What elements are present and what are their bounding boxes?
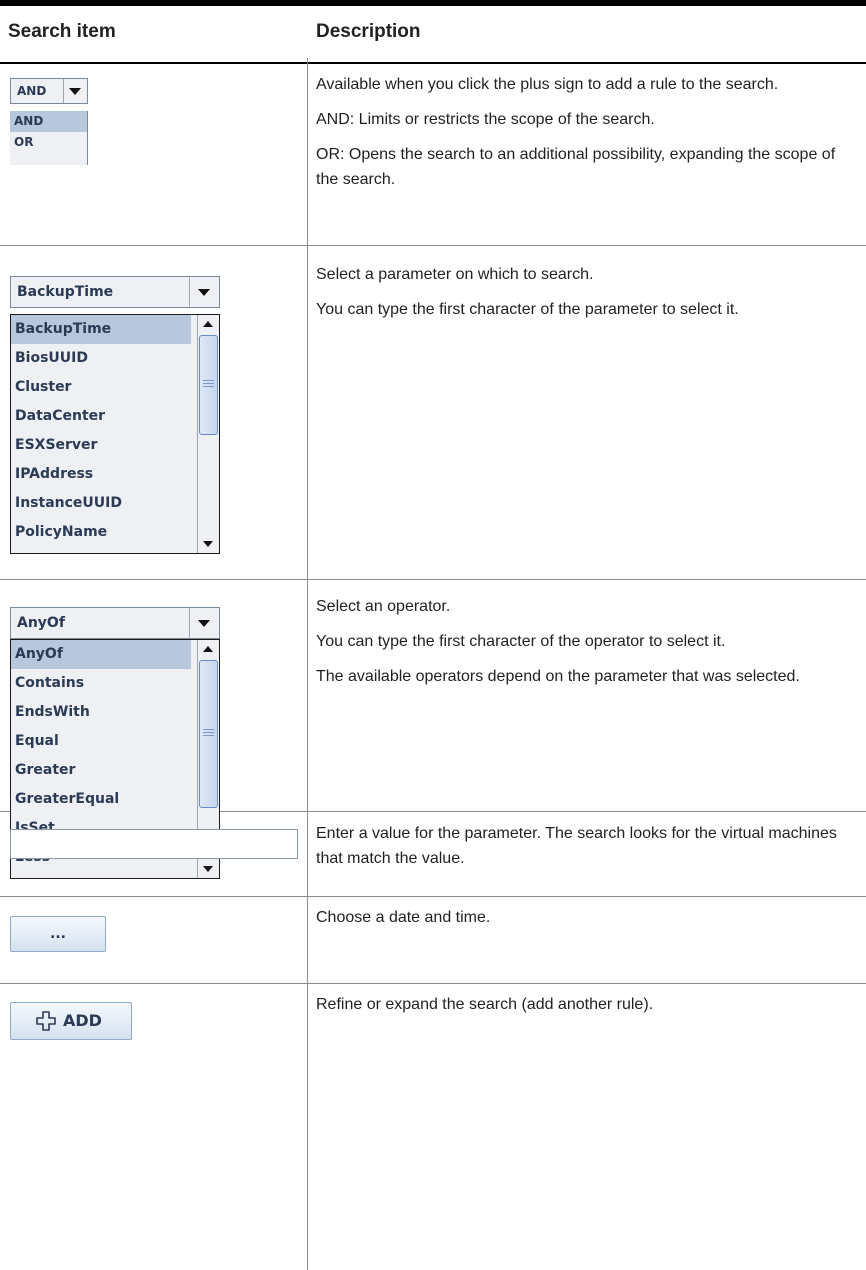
list-scrollbar[interactable] [197, 315, 219, 553]
row-2-description: Select a parameter on which to search. Y… [316, 262, 856, 332]
chevron-down-icon [198, 289, 210, 296]
dropdown-option-or[interactable]: OR [10, 132, 87, 153]
scroll-down-button[interactable] [198, 860, 219, 878]
add-rule-button[interactable]: ADD [10, 1002, 132, 1040]
dropdown-option-and[interactable]: AND [10, 111, 87, 132]
plus-outline-icon [36, 1011, 56, 1031]
scroll-down-button[interactable] [198, 535, 219, 553]
dropdown-option[interactable]: Cluster [11, 373, 191, 402]
grip-line [203, 732, 214, 733]
value-input[interactable] [10, 829, 298, 859]
grip-line [203, 386, 214, 387]
description-text: The available operators depend on the pa… [316, 668, 800, 685]
dropdown-option[interactable]: BackupTime [11, 315, 191, 344]
scroll-up-button[interactable] [198, 640, 219, 658]
chevron-down-icon [198, 620, 210, 627]
dropdown-option[interactable]: Equal [11, 727, 191, 756]
and-or-combo-arrow[interactable] [63, 79, 87, 103]
row-4-description: Enter a value for the parameter. The sea… [316, 821, 856, 881]
description-text: You can type the first character of the … [316, 633, 726, 650]
dropdown-option[interactable]: PolicyName [11, 518, 191, 547]
arrow-down-icon [203, 541, 213, 547]
parameter-combo[interactable]: BackupTime [10, 276, 220, 308]
scroll-up-button[interactable] [198, 315, 219, 333]
arrow-down-icon [203, 866, 213, 872]
description-text: Choose a date and time. [316, 909, 491, 926]
dropdown-option[interactable]: BiosUUID [11, 344, 191, 373]
dropdown-option[interactable]: Contains [11, 669, 191, 698]
chevron-down-icon [69, 88, 81, 95]
grip-line [203, 735, 214, 736]
date-picker-button[interactable]: ... [10, 916, 106, 952]
description-text: Enter a value for the parameter. The sea… [316, 825, 837, 867]
header-search-item: Search item [8, 21, 116, 42]
arrow-up-icon [203, 646, 213, 652]
date-picker-button-label: ... [50, 926, 66, 942]
description-text: Select an operator. [316, 598, 451, 615]
scrollbar-thumb[interactable] [199, 335, 218, 435]
and-or-dropdown-list: AND OR [10, 111, 88, 165]
and-or-combo-value: AND [17, 84, 47, 98]
description-text: You can type the first character of the … [316, 301, 739, 318]
parameter-combo-arrow[interactable] [189, 277, 219, 307]
description-text: OR: Opens the search to an additional po… [316, 146, 836, 188]
description-text: AND: Limits or restricts the scope of th… [316, 111, 655, 128]
operator-combo-arrow[interactable] [189, 608, 219, 638]
dropdown-option[interactable]: Greater [11, 756, 191, 785]
dropdown-option[interactable]: InstanceUUID [11, 489, 191, 518]
column-divider [307, 58, 308, 1270]
description-text: Select a parameter on which to search. [316, 266, 594, 283]
scrollbar-thumb[interactable] [199, 660, 218, 808]
dropdown-option[interactable]: EndsWith [11, 698, 191, 727]
search-items-table: Search item Description [0, 0, 866, 64]
row-3-description: Select an operator. You can type the fir… [316, 594, 856, 699]
grip-line [203, 729, 214, 730]
dropdown-option[interactable]: IPAddress [11, 460, 191, 489]
add-rule-button-label: ADD [63, 1011, 102, 1030]
dropdown-option[interactable]: ESXServer [11, 431, 191, 460]
parameter-dropdown-list: BackupTime BiosUUID Cluster DataCenter E… [10, 314, 220, 554]
table-header: Search item Description [0, 0, 866, 64]
grip-line [203, 380, 214, 381]
dropdown-option[interactable]: GreaterEqual [11, 785, 191, 814]
description-text: Refine or expand the search (add another… [316, 996, 654, 1013]
operator-combo-value: AnyOf [17, 615, 65, 631]
row-6-description: Refine or expand the search (add another… [316, 992, 856, 1027]
and-or-combo[interactable]: AND [10, 78, 88, 104]
dropdown-option[interactable]: AnyOf [11, 640, 191, 669]
description-text: Available when you click the plus sign t… [316, 76, 779, 93]
row-5-description: Choose a date and time. [316, 905, 856, 940]
dropdown-option[interactable]: DataCenter [11, 402, 191, 431]
operator-combo[interactable]: AnyOf [10, 607, 220, 639]
row-1-description: Available when you click the plus sign t… [316, 72, 856, 202]
arrow-up-icon [203, 321, 213, 327]
parameter-combo-value: BackupTime [17, 284, 114, 300]
grip-line [203, 383, 214, 384]
header-description: Description [316, 21, 421, 42]
